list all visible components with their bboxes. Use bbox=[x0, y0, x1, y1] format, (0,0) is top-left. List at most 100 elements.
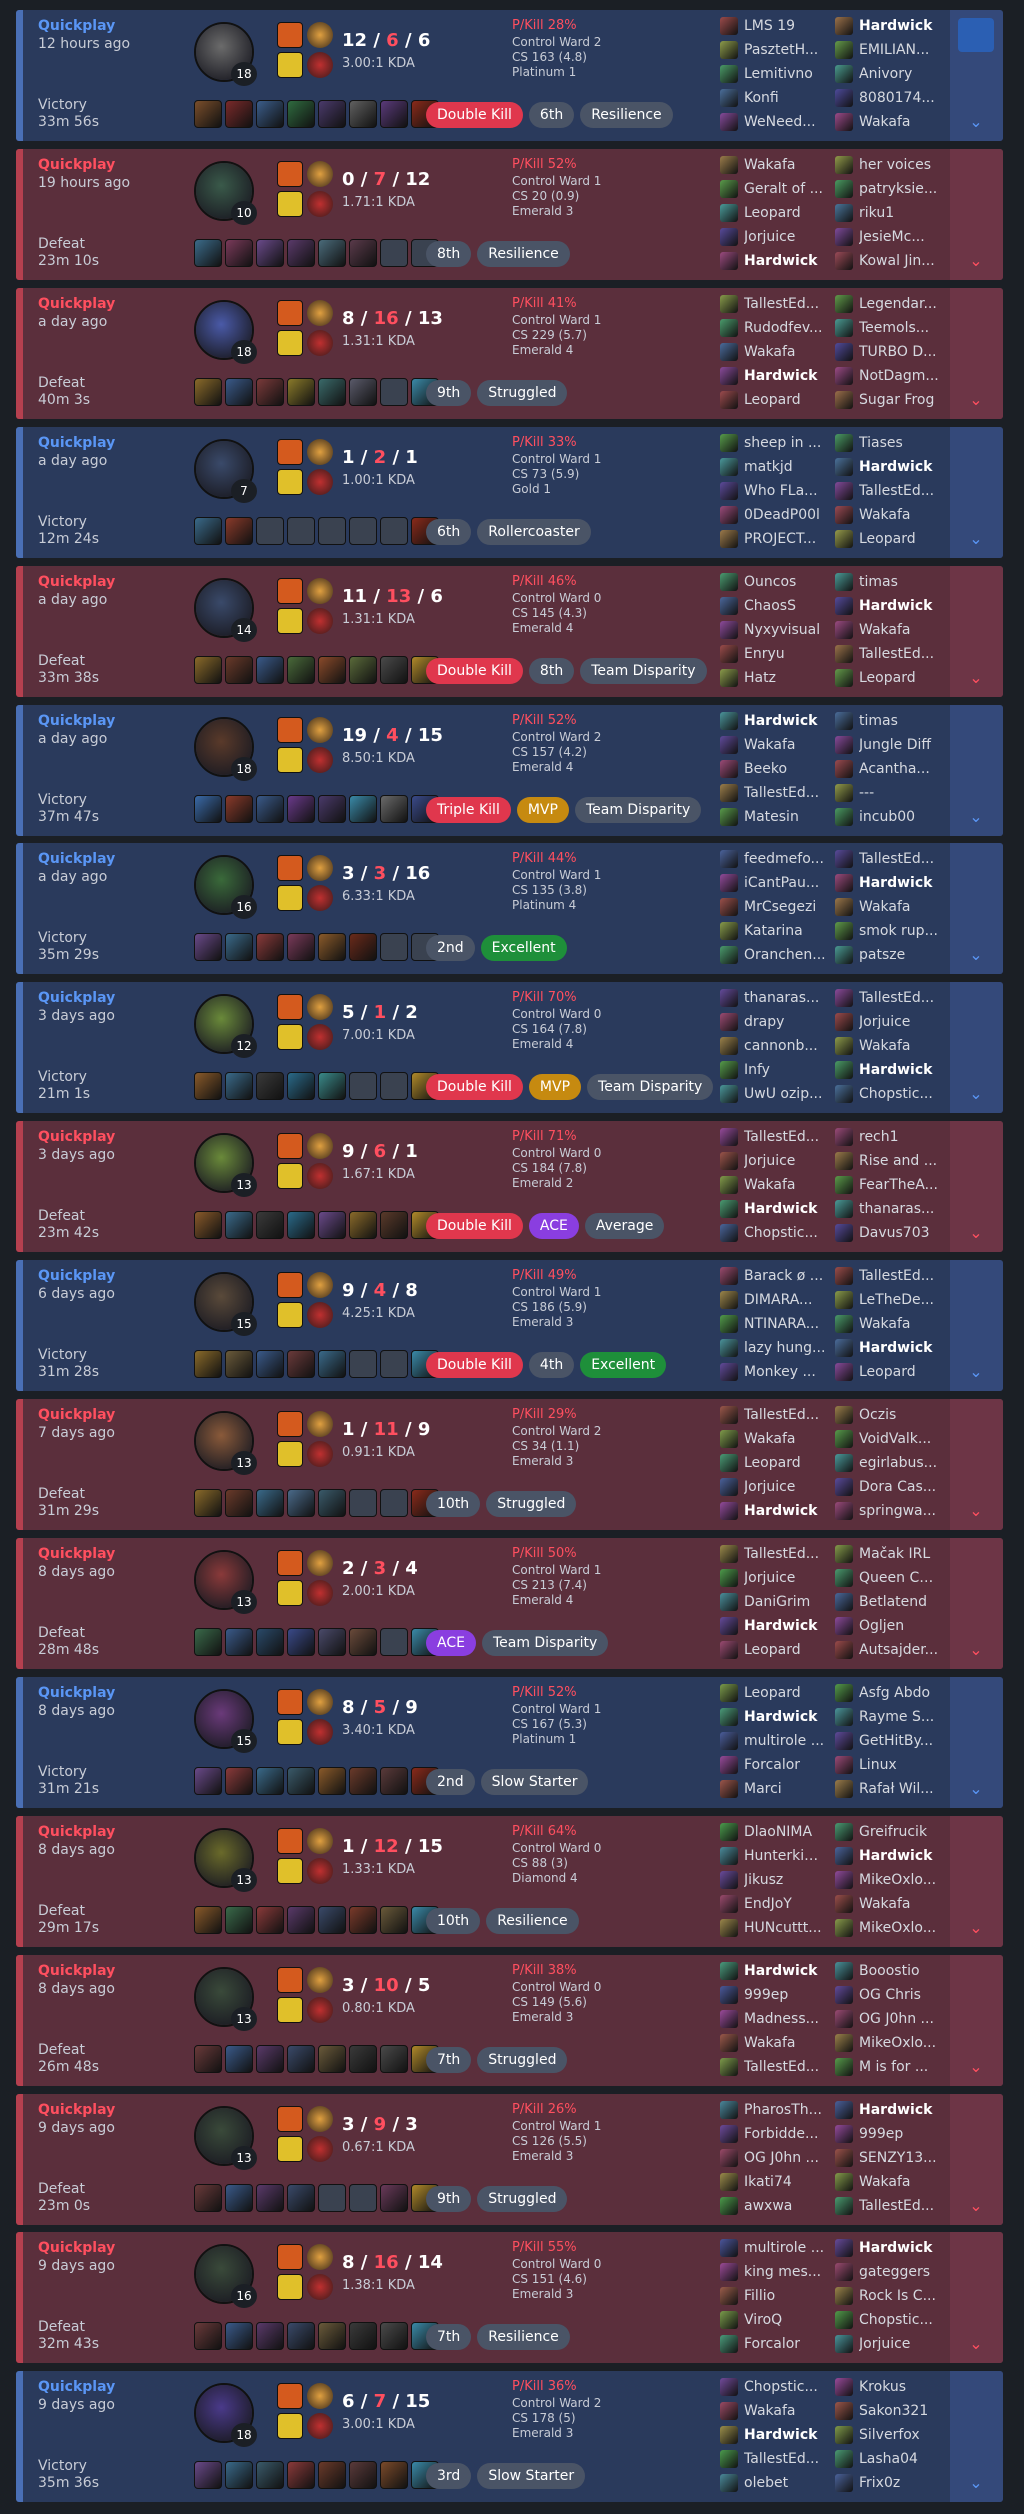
player-name[interactable]: TallestEd... bbox=[859, 2198, 941, 2214]
team-player[interactable]: Chopstic... bbox=[720, 1221, 826, 1245]
item-icon[interactable] bbox=[349, 377, 377, 406]
item-icon[interactable] bbox=[318, 794, 346, 823]
player-name[interactable]: egirlabus... bbox=[859, 1455, 941, 1471]
team-player[interactable]: Hardwick bbox=[835, 1336, 941, 1360]
player-name[interactable]: Rayme S... bbox=[859, 1709, 941, 1725]
item-icon[interactable] bbox=[349, 1211, 377, 1240]
item-icon[interactable] bbox=[380, 2044, 408, 2073]
player-name[interactable]: lazy hung... bbox=[744, 1340, 826, 1356]
summoner-spell-icon[interactable] bbox=[277, 716, 303, 743]
empty-item-slot[interactable] bbox=[380, 933, 408, 962]
team-player[interactable]: Matesin bbox=[720, 805, 826, 829]
chevron-down-icon[interactable]: ⌄ bbox=[968, 529, 984, 548]
player-name[interactable]: gateggers bbox=[859, 2264, 941, 2280]
player-name[interactable]: TallestEd... bbox=[744, 2451, 826, 2467]
team-player[interactable]: 0DeadP00l bbox=[720, 503, 826, 527]
player-name[interactable]: TallestEd... bbox=[744, 785, 826, 801]
team-player[interactable]: Hunterkin... bbox=[720, 1844, 826, 1868]
team-player[interactable]: Leopard bbox=[835, 1360, 941, 1384]
match-card[interactable]: Quickplay a day ago Victory 37m 47s 18 19 / 4… bbox=[16, 704, 1003, 836]
item-icon[interactable] bbox=[225, 1072, 253, 1101]
rune-icon[interactable] bbox=[307, 468, 333, 495]
rune-icon[interactable] bbox=[307, 1966, 333, 1993]
player-name[interactable]: multirole ... bbox=[744, 2240, 826, 2256]
team-player[interactable]: Dora Cas... bbox=[835, 1475, 941, 1499]
team-player[interactable]: PharosTh... bbox=[720, 2098, 826, 2122]
rune-icon[interactable] bbox=[307, 52, 333, 78]
empty-item-slot[interactable] bbox=[349, 1350, 377, 1379]
chevron-down-icon[interactable]: ⌄ bbox=[968, 1918, 984, 1937]
rune-icon[interactable] bbox=[307, 190, 333, 217]
team-player[interactable]: multirole ... bbox=[720, 1729, 826, 1753]
item-icon[interactable] bbox=[287, 2322, 315, 2351]
player-name[interactable]: Hardwick bbox=[859, 2102, 941, 2118]
summoner-spell-icon[interactable] bbox=[277, 1857, 303, 1884]
team-player[interactable]: cannonb... bbox=[720, 1034, 826, 1058]
player-name[interactable]: Silverfox bbox=[859, 2427, 941, 2443]
team-player[interactable]: sheep in ... bbox=[720, 431, 826, 455]
player-name[interactable]: 999ep bbox=[744, 1987, 826, 2003]
match-card[interactable]: Quickplay 6 days ago Victory 31m 28s 15 9 / 4… bbox=[16, 1260, 1003, 1392]
player-name[interactable]: FearTheA... bbox=[859, 1177, 941, 1193]
team-player[interactable]: Leopard bbox=[720, 1451, 826, 1475]
item-icon[interactable] bbox=[256, 238, 284, 267]
player-name[interactable]: cannonb... bbox=[744, 1038, 826, 1054]
team-player[interactable]: Infy bbox=[720, 1058, 826, 1082]
match-card[interactable]: Quickplay a day ago Victory 12m 24s 7 1 / 2 /… bbox=[16, 426, 1003, 558]
team-player[interactable]: ViroQ bbox=[720, 2308, 826, 2332]
player-name[interactable]: Hunterkin... bbox=[744, 1848, 826, 1864]
match-card[interactable]: Quickplay 3 days ago Victory 21m 1s 12 5 / 1 … bbox=[16, 982, 1003, 1114]
team-player[interactable]: NotDagm... bbox=[835, 364, 941, 388]
expand-panel[interactable]: ⌄ bbox=[950, 1954, 1003, 2086]
item-icon[interactable] bbox=[225, 2461, 253, 2490]
team-player[interactable]: Frix0z bbox=[835, 2471, 941, 2495]
empty-item-slot[interactable] bbox=[256, 516, 284, 545]
player-name[interactable]: Hardwick bbox=[859, 459, 941, 475]
item-icon[interactable] bbox=[380, 655, 408, 684]
summoner-spell-icon[interactable] bbox=[277, 1966, 303, 1993]
team-player[interactable]: MikeOxlo... bbox=[835, 1916, 941, 1940]
player-name[interactable]: TallestEd... bbox=[859, 646, 941, 662]
player-name[interactable]: JesieMc... bbox=[859, 229, 941, 245]
rune-icon[interactable] bbox=[307, 577, 333, 604]
item-icon[interactable] bbox=[349, 1627, 377, 1656]
item-icon[interactable] bbox=[380, 1905, 408, 1934]
expand-panel[interactable]: ⌄ bbox=[950, 148, 1003, 280]
player-name[interactable]: Linux bbox=[859, 1757, 941, 1773]
player-name[interactable]: TallestEd... bbox=[744, 1407, 826, 1423]
player-name[interactable]: Chopstic... bbox=[859, 1086, 941, 1102]
summoner-spell-icon[interactable] bbox=[277, 2244, 303, 2271]
summoner-spell-icon[interactable] bbox=[277, 1549, 303, 1576]
summoner-spell-icon[interactable] bbox=[277, 52, 303, 78]
match-card[interactable]: Quickplay 8 days ago Defeat 28m 48s 13 2 / 3 … bbox=[16, 1537, 1003, 1669]
item-icon[interactable] bbox=[349, 1766, 377, 1795]
item-icon[interactable] bbox=[225, 1766, 253, 1795]
rune-icon[interactable] bbox=[307, 1302, 333, 1329]
item-icon[interactable] bbox=[287, 655, 315, 684]
team-player[interactable]: DIMARA... bbox=[720, 1288, 826, 1312]
player-name[interactable]: OG J0hn ... bbox=[859, 2011, 941, 2027]
team-player[interactable]: TallestEd... bbox=[720, 781, 826, 805]
player-name[interactable]: Who FLa... bbox=[744, 483, 826, 499]
item-icon[interactable] bbox=[256, 1627, 284, 1656]
rune-icon[interactable] bbox=[307, 716, 333, 743]
team-player[interactable]: Hardwick bbox=[835, 1058, 941, 1082]
player-name[interactable]: Forcalor bbox=[744, 2336, 826, 2352]
team-player[interactable]: Acantha... bbox=[835, 757, 941, 781]
team-player[interactable]: WeNeed... bbox=[720, 110, 826, 134]
summoner-spell-icon[interactable] bbox=[277, 329, 303, 356]
item-icon[interactable] bbox=[380, 1211, 408, 1240]
team-player[interactable]: Hardwick bbox=[720, 709, 826, 733]
player-name[interactable]: PROJECT... bbox=[744, 531, 826, 547]
team-player[interactable]: Wakafa bbox=[720, 733, 826, 757]
summoner-spell-icon[interactable] bbox=[277, 607, 303, 634]
team-player[interactable]: Geralt of ... bbox=[720, 177, 826, 201]
chevron-down-icon[interactable]: ⌄ bbox=[968, 251, 984, 270]
player-name[interactable]: EMILIAN... bbox=[859, 42, 941, 58]
chevron-down-icon[interactable]: ⌄ bbox=[968, 807, 984, 826]
team-player[interactable]: patryksie... bbox=[835, 177, 941, 201]
team-player[interactable]: Wakafa bbox=[720, 1173, 826, 1197]
item-icon[interactable] bbox=[287, 2461, 315, 2490]
player-name[interactable]: WeNeed... bbox=[744, 114, 826, 130]
team-player[interactable]: Greifrucik bbox=[835, 1820, 941, 1844]
